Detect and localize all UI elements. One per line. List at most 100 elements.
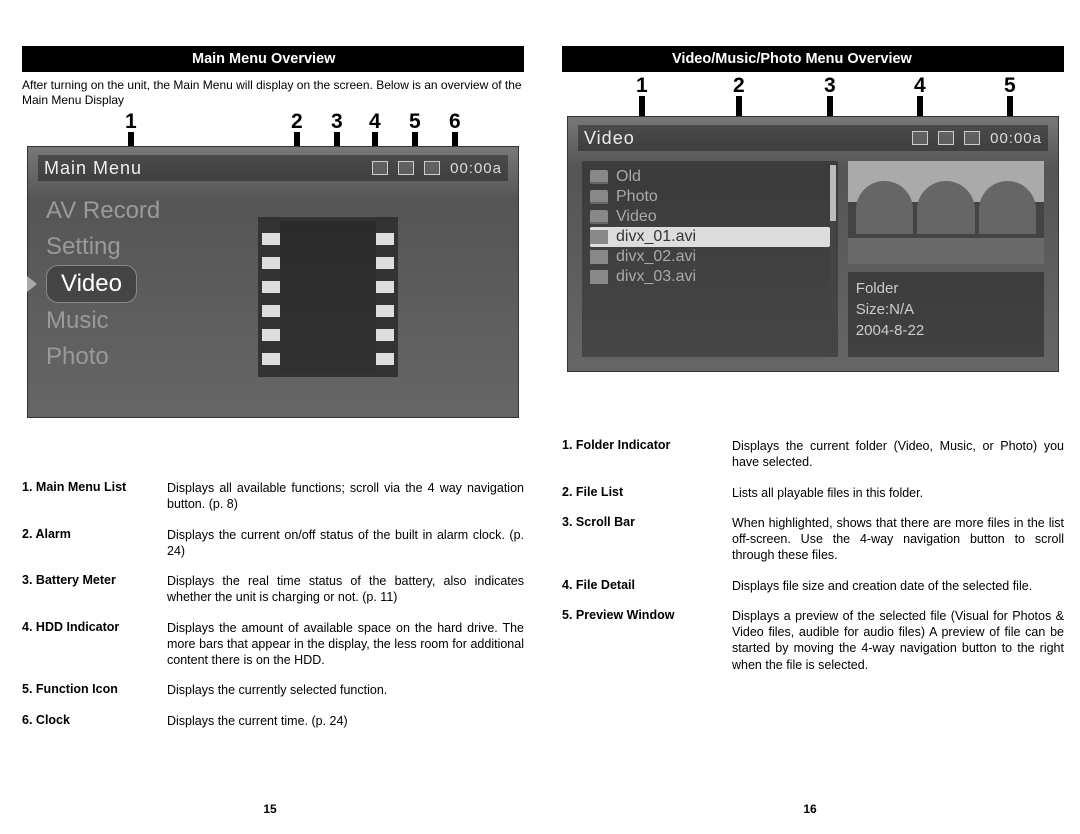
legend-row: 4. File Detail Displays file size and cr… [562,578,1064,594]
callout-4: 4 [914,74,926,98]
video-body: Old Photo Video divx_01.avi divx_02.avi … [582,161,1044,357]
callout-3: 3 [331,110,343,134]
menu-item: Music [46,303,160,339]
file-icon [590,270,608,284]
clock-text: 00:00a [990,130,1042,147]
right-stack: Folder Size:N/A 2004-8-22 [848,161,1044,357]
hdd-icon [964,131,980,145]
legend-desc: Displays the currently selected function… [167,682,524,698]
shot-topbar: Video 00:00a [578,125,1048,151]
file-detail: Folder Size:N/A 2004-8-22 [848,272,1044,357]
callout-3: 3 [824,74,836,98]
file-icon [590,250,608,264]
callout-5: 5 [1004,74,1016,98]
folder-icon [590,190,608,204]
legend-row: 2. File List Lists all playable files in… [562,485,1064,501]
legend-row: 4. HDD Indicator Displays the amount of … [22,620,524,669]
manual-spread: Main Menu Overview After turning on the … [0,0,1080,834]
legend-term: 2. File List [562,485,732,501]
video-menu-diagram: 1 2 3 4 5 Video 00:00a [563,78,1063,390]
main-menu-diagram: 1 2 3 4 5 6 Main Menu [23,114,523,432]
legend-term: 1. Main Menu List [22,480,167,513]
menu-item: Photo [46,339,160,375]
legend-term: 5. Preview Window [562,608,732,673]
legend-term: 4. HDD Indicator [22,620,167,669]
page-number: 15 [0,802,540,816]
hdd-icon [424,161,440,175]
file-row: divx_03.avi [590,267,830,287]
legend-row: 1. Main Menu List Displays all available… [22,480,524,513]
legend-desc: Displays all available functions; scroll… [167,480,524,513]
file-row: divx_02.avi [590,247,830,267]
legend-desc: When highlighted, shows that there are m… [732,515,1064,564]
page-number: 16 [540,802,1080,816]
callout-1: 1 [125,110,137,134]
folder-icon [590,170,608,184]
callout-6: 6 [449,110,461,134]
battery-icon [938,131,954,145]
legend-row: 6. Clock Displays the current time. (p. … [22,713,524,729]
file-list: Old Photo Video divx_01.avi divx_02.avi … [582,161,838,357]
shot-title: Video [578,128,912,149]
legend-term: 1. Folder Indicator [562,438,732,471]
section-header-text: Main Menu Overview [192,51,335,67]
legend-row: 1. Folder Indicator Displays the current… [562,438,1064,471]
folder-icon [590,210,608,224]
legend-term: 3. Battery Meter [22,573,167,606]
callout-2: 2 [291,110,303,134]
page-right: Video/Music/Photo Menu Overview 1 2 3 4 … [540,0,1080,834]
callout-1: 1 [636,74,648,98]
topbar-icons: 00:00a [372,160,508,177]
legend-desc: Displays the current folder (Video, Musi… [732,438,1064,471]
main-menu-list: AV Record Setting Video Music Photo [46,193,160,375]
scroll-bar [830,165,836,353]
preview-image [856,181,1036,234]
file-icon [590,230,608,244]
legend-left: 1. Main Menu List Displays all available… [22,480,524,743]
legend-desc: Displays the current on/off status of th… [167,527,524,560]
section-header: Video/Music/Photo Menu Overview [562,46,1064,72]
legend-row: 5. Function Icon Displays the currently … [22,682,524,698]
callout-5: 5 [409,110,421,134]
legend-term: 6. Clock [22,713,167,729]
function-icon [258,217,398,377]
alarm-icon [372,161,388,175]
legend-row: 5. Preview Window Displays a preview of … [562,608,1064,673]
legend-row: 3. Battery Meter Displays the real time … [22,573,524,606]
shot-title: Main Menu [38,158,372,179]
video-menu-screenshot: Video 00:00a Old Photo Video divx_01.avi [567,116,1059,372]
callout-row: 1 2 3 4 5 6 [23,114,523,146]
file-row: Video [590,207,830,227]
legend-term: 5. Function Icon [22,682,167,698]
battery-icon [398,161,414,175]
legend-desc: Displays the current time. (p. 24) [167,713,524,729]
main-menu-screenshot: Main Menu 00:00a AV Record Setting Video… [27,146,519,418]
intro-text: After turning on the unit, the Main Menu… [22,78,524,108]
clock-text: 00:00a [450,160,502,177]
legend-term: 2. Alarm [22,527,167,560]
page-left: Main Menu Overview After turning on the … [0,0,540,834]
legend-term: 3. Scroll Bar [562,515,732,564]
topbar-icons: 00:00a [912,130,1048,147]
legend-desc: Displays a preview of the selected file … [732,608,1064,673]
preview-window [848,161,1044,264]
callout-2: 2 [733,74,745,98]
legend-right: 1. Folder Indicator Displays the current… [562,438,1064,687]
menu-item: Setting [46,229,160,265]
menu-item-selected: Video [46,265,137,303]
file-row: Old [590,167,830,187]
legend-desc: Lists all playable files in this folder. [732,485,1064,501]
legend-desc: Displays the real time status of the bat… [167,573,524,606]
menu-item: AV Record [46,193,160,229]
alarm-icon [912,131,928,145]
file-row-selected: divx_01.avi [590,227,830,247]
file-row: Photo [590,187,830,207]
legend-desc: Displays the amount of available space o… [167,620,524,669]
section-header-text: Video/Music/Photo Menu Overview [672,51,912,67]
shot-topbar: Main Menu 00:00a [38,155,508,181]
section-header: Main Menu Overview [22,46,524,72]
callout-4: 4 [369,110,381,134]
callout-row: 1 2 3 4 5 [563,78,1063,110]
legend-row: 2. Alarm Displays the current on/off sta… [22,527,524,560]
legend-desc: Displays file size and creation date of … [732,578,1064,594]
